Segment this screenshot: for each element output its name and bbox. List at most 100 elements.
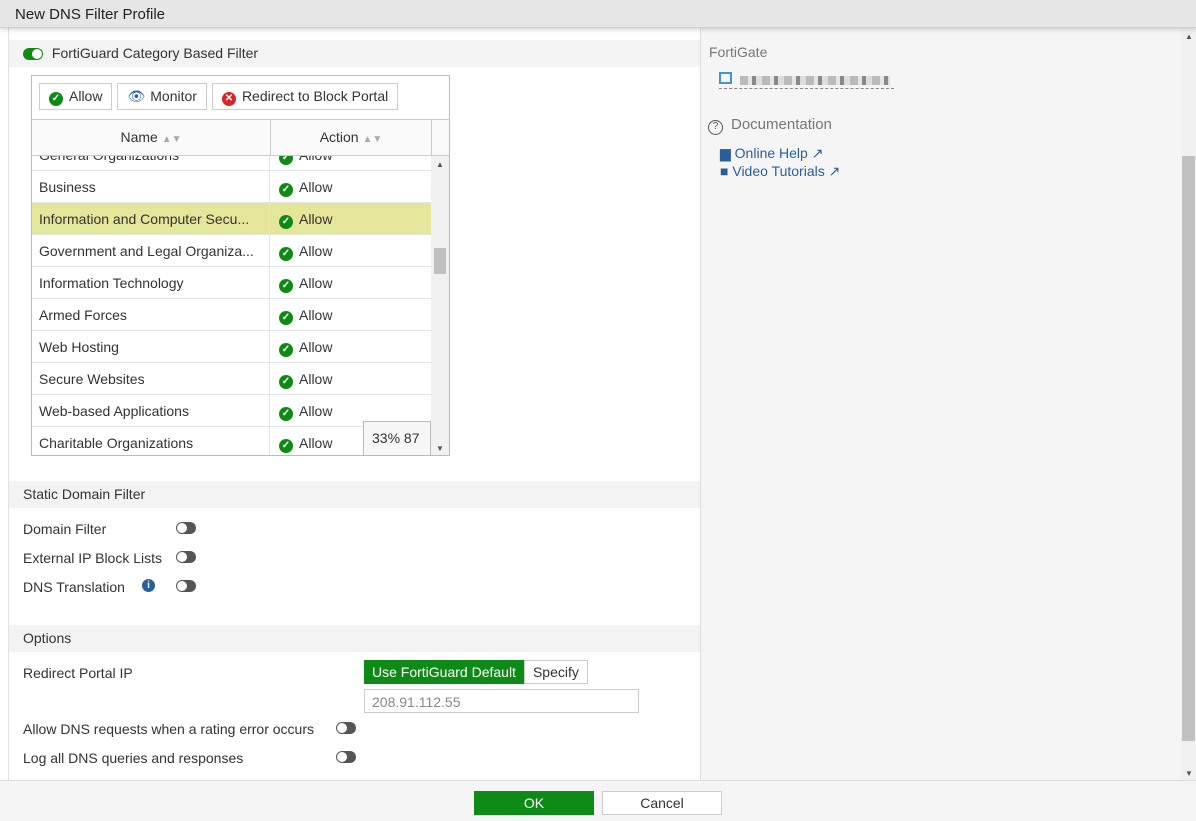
book-icon: ▆ xyxy=(720,145,731,161)
category-name: Armed Forces xyxy=(32,299,270,330)
scroll-position-badge: 33% 87 xyxy=(363,421,431,455)
fortiguard-section-header: FortiGuard Category Based Filter xyxy=(9,40,701,67)
redirect-ip-input[interactable]: 208.91.112.55 xyxy=(364,689,639,713)
table-scrollbar[interactable]: ▲ ▼ xyxy=(431,156,449,455)
action-label: Allow xyxy=(299,307,333,323)
category-action[interactable]: ✓ Allow xyxy=(270,427,341,455)
category-action[interactable]: ✓ Allow xyxy=(270,171,341,202)
redirect-button[interactable]: ✕ Redirect to Block Portal xyxy=(211,83,399,110)
allow-dns-label: Allow DNS requests when a rating error o… xyxy=(23,721,315,737)
column-action[interactable]: Action ▲▼ xyxy=(271,120,432,155)
dns-translation-toggle[interactable] xyxy=(176,580,196,592)
category-name: Business xyxy=(32,171,270,202)
options-section-header: Options xyxy=(9,625,701,652)
video-tutorials-link[interactable]: ■ Video Tutorials ↗ xyxy=(720,163,840,180)
action-label: Allow xyxy=(299,179,333,195)
redirect-ip-selector: Use FortiGuard Default Specify xyxy=(364,660,588,684)
external-ip-toggle[interactable] xyxy=(176,551,196,563)
category-action[interactable]: ✓ Allow xyxy=(270,395,341,426)
external-ip-label: External IP Block Lists xyxy=(23,550,163,566)
category-name: Web Hosting xyxy=(32,331,270,362)
check-icon: ✓ xyxy=(279,156,293,165)
action-label: Allow xyxy=(299,403,333,419)
sort-icon: ▲▼ xyxy=(362,134,383,145)
check-icon: ✓ xyxy=(279,343,293,357)
cancel-button[interactable]: Cancel xyxy=(602,791,722,815)
category-action[interactable]: ✓ Allow xyxy=(270,156,341,170)
main-panel: FortiGuard Category Based Filter ✓ Allow 👁… xyxy=(8,28,701,780)
dialog-footer: OK Cancel xyxy=(0,780,1196,821)
action-label: Allow xyxy=(299,371,333,387)
table-row[interactable]: Government and Legal Organiza... ✓ Allow xyxy=(32,235,431,267)
category-action[interactable]: ✓ Allow xyxy=(270,267,341,298)
video-icon: ■ xyxy=(720,163,729,179)
scroll-down-icon[interactable]: ▼ xyxy=(436,444,444,453)
action-label: Allow xyxy=(299,243,333,259)
device-link[interactable] xyxy=(719,72,894,89)
check-icon: ✓ xyxy=(279,215,293,229)
online-help-label: Online Help xyxy=(734,145,808,161)
table-row[interactable]: Web Hosting ✓ Allow xyxy=(32,331,431,363)
specify-button[interactable]: Specify xyxy=(523,660,588,684)
external-link-icon: ↗ xyxy=(828,163,841,179)
allow-label: Allow xyxy=(69,88,103,104)
static-section-header: Static Domain Filter xyxy=(9,481,701,508)
external-link-icon: ↗ xyxy=(811,145,824,161)
device-icon xyxy=(719,72,732,84)
check-icon: ✓ xyxy=(279,279,293,293)
domain-filter-toggle[interactable] xyxy=(176,522,196,534)
side-scrollbar[interactable]: ▲ ▼ xyxy=(1181,28,1196,780)
category-action[interactable]: ✓ Allow xyxy=(270,235,341,266)
fortiguard-title: FortiGuard Category Based Filter xyxy=(51,45,259,61)
category-table: ✓ Allow 👁 Monitor ✕ Redirect to Block Portal … xyxy=(31,75,450,456)
name-header: Name xyxy=(120,129,158,145)
table-row[interactable]: Information Technology ✓ Allow xyxy=(32,267,431,299)
table-header: Name ▲▼ Action ▲▼ xyxy=(32,120,449,156)
scroll-thumb[interactable] xyxy=(1182,156,1195,741)
allow-dns-toggle[interactable] xyxy=(336,722,356,734)
info-icon[interactable]: i xyxy=(142,579,155,592)
column-name[interactable]: Name ▲▼ xyxy=(32,120,271,155)
category-action[interactable]: ✓ Allow xyxy=(270,203,341,234)
table-row[interactable]: General Organizations ✓ Allow xyxy=(32,156,431,171)
category-action[interactable]: ✓ Allow xyxy=(270,299,341,330)
help-icon: ? xyxy=(708,120,723,135)
scroll-down-icon[interactable]: ▼ xyxy=(1185,769,1193,778)
fortigate-label: FortiGate xyxy=(709,44,768,60)
window-title: New DNS Filter Profile xyxy=(0,0,1196,28)
dns-translation-label: DNS Translation xyxy=(23,579,125,595)
use-default-button[interactable]: Use FortiGuard Default xyxy=(364,660,524,684)
scroll-up-icon[interactable]: ▲ xyxy=(1185,32,1193,41)
check-icon: ✓ xyxy=(279,375,293,389)
action-header: Action xyxy=(319,129,359,145)
blurred-device-name xyxy=(739,76,890,85)
category-action[interactable]: ✓ Allow xyxy=(270,363,341,394)
check-icon: ✓ xyxy=(49,92,63,106)
scroll-up-icon[interactable]: ▲ xyxy=(436,160,444,169)
ok-button[interactable]: OK xyxy=(474,791,594,815)
category-action[interactable]: ✓ Allow xyxy=(270,331,341,362)
scroll-thumb[interactable] xyxy=(434,248,446,274)
online-help-link[interactable]: ▆ Online Help ↗ xyxy=(720,145,823,162)
eye-icon: 👁 xyxy=(127,88,146,104)
table-row[interactable]: Business ✓ Allow xyxy=(32,171,431,203)
check-icon: ✓ xyxy=(279,247,293,261)
redirect-ip-label: Redirect Portal IP xyxy=(23,665,133,681)
table-toolbar: ✓ Allow 👁 Monitor ✕ Redirect to Block Portal xyxy=(32,76,449,120)
redirect-label: Redirect to Block Portal xyxy=(241,88,389,104)
category-name: Charitable Organizations xyxy=(32,427,270,455)
table-row[interactable]: Information and Computer Secu... ✓ Allow xyxy=(32,203,431,235)
domain-filter-label: Domain Filter xyxy=(23,521,107,537)
side-panel: FortiGate ? Documentation ▆ Online Help ↗… xyxy=(700,28,1196,780)
log-all-label: Log all DNS queries and responses xyxy=(23,750,244,766)
monitor-button[interactable]: 👁 Monitor xyxy=(117,83,207,110)
allow-button[interactable]: ✓ Allow xyxy=(39,83,113,110)
category-name: General Organizations xyxy=(32,156,270,170)
monitor-label: Monitor xyxy=(150,88,197,104)
fortiguard-toggle[interactable] xyxy=(23,48,43,61)
table-row[interactable]: Secure Websites ✓ Allow xyxy=(32,363,431,395)
table-row[interactable]: Armed Forces ✓ Allow xyxy=(32,299,431,331)
check-icon: ✓ xyxy=(279,183,293,197)
log-all-toggle[interactable] xyxy=(336,751,356,763)
action-label: Allow xyxy=(299,339,333,355)
